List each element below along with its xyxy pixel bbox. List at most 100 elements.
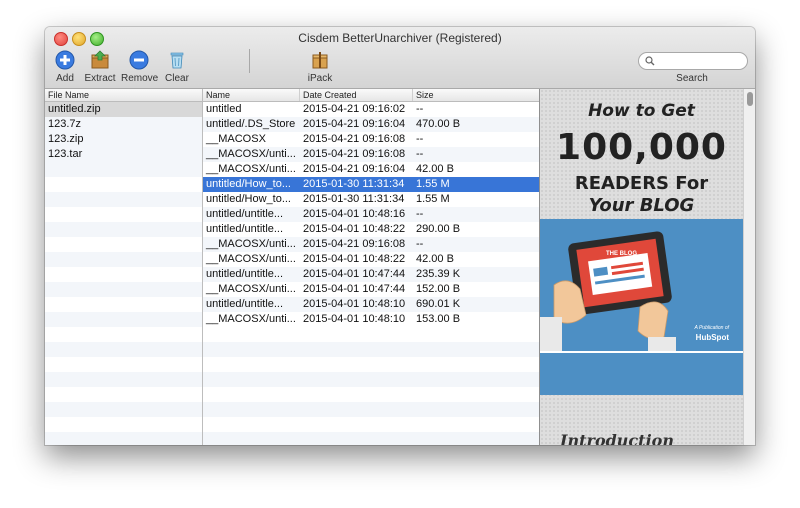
file-rows: untitled 2015-04-21 09:16:02 -- untitled/.D… [203,102,539,327]
tablet-text: THE BLOG [606,251,637,257]
extract-icon [89,49,111,71]
size-cell: 690.01 K [416,298,461,310]
trash-icon [166,49,188,71]
add-label: Add [56,73,74,84]
add-button[interactable]: Add [53,49,77,84]
file-name-cell: untitled/How_to... [206,193,291,205]
preview-intro-heading: Introduction [560,431,674,445]
extract-button[interactable]: Extract [83,49,117,84]
date-created-cell: 2015-04-01 10:48:16 [303,208,406,220]
file-row[interactable]: __MACOSX/unti... 2015-04-21 09:16:08 -- [203,237,539,252]
column-header-date-created[interactable]: Date Created [300,89,413,101]
date-created-cell: 2015-04-01 10:48:22 [303,253,406,265]
date-created-cell: 2015-04-21 09:16:04 [303,118,406,130]
size-cell: -- [416,103,424,115]
hubspot-logo: HubSpot [695,333,729,342]
archive-list-item[interactable]: 123.tar [45,147,202,162]
size-cell: 42.00 B [416,253,454,265]
file-name-cell: __MACOSX [206,133,266,145]
date-created-cell: 2015-04-01 10:48:10 [303,313,406,325]
clear-button[interactable]: Clear [163,49,191,84]
file-row[interactable]: untitled/untitle... 2015-04-01 10:48:22 29… [203,222,539,237]
size-cell: 470.00 B [416,118,461,130]
archive-list-item[interactable]: untitled.zip [45,102,202,117]
file-row[interactable]: untitled/untitle... 2015-04-01 10:48:10 69… [203,297,539,312]
file-row[interactable]: untitled/.DS_Store 2015-04-21 09:16:04 470… [203,117,539,132]
file-row[interactable]: __MACOSX/unti... 2015-04-21 09:16:04 42.00… [203,162,539,177]
file-name-cell: __MACOSX/unti... [206,283,296,295]
file-row[interactable]: untitled/untitle... 2015-04-01 10:47:44 23… [203,267,539,282]
size-cell: -- [416,133,424,145]
preview-illustration: THE BLOG A Publication of HubSpot [540,219,743,351]
package-icon [309,49,331,71]
archive-list[interactable]: File Name untitled.zip 123.7z 123.zip 123.t… [45,89,203,445]
size-cell: -- [416,238,424,250]
ipack-label: iPack [307,73,333,84]
file-name-cell: __MACOSX/unti... [206,163,296,175]
file-row[interactable]: __MACOSX/unti... 2015-04-01 10:48:22 42.00… [203,252,539,267]
archive-list-item[interactable]: 123.zip [45,132,202,147]
window-title: Cisdem BetterUnarchiver (Registered) [298,31,502,45]
file-row[interactable]: untitled 2015-04-21 09:16:02 -- [203,102,539,117]
file-row[interactable]: untitled/How_to... 2015-01-30 11:31:34 1.5… [203,192,539,207]
app-window: Cisdem BetterUnarchiver (Registered) Add [45,27,755,445]
size-cell: 290.00 B [416,223,461,235]
add-icon [54,49,76,71]
search-field[interactable] [638,52,748,70]
file-name-cell: untitled/untitle... [206,268,284,280]
size-cell: -- [416,148,424,160]
file-list[interactable]: Name Date Created Size untitled 2015-04-2… [203,89,540,445]
file-row[interactable]: untitled/untitle... 2015-04-01 10:48:16 -- [203,207,539,222]
scrollbar-thumb[interactable] [747,92,753,106]
file-name-cell: __MACOSX/unti... [206,238,296,250]
ipack-button[interactable]: iPack [307,49,333,84]
extract-label: Extract [84,73,116,84]
column-header-size[interactable]: Size [413,89,539,101]
file-preview: How to Get 100,000 READERS For Your BLOG… [540,89,743,445]
file-name-cell: untitled/untitle... [206,208,284,220]
tablet-illustration [540,231,676,351]
archive-file-name: 123.tar [48,148,83,160]
date-created-cell: 2015-04-01 10:48:10 [303,298,406,310]
search-input[interactable] [657,53,741,69]
file-row[interactable]: __MACOSX/unti... 2015-04-01 10:48:10 153.0… [203,312,539,327]
clear-label: Clear [165,73,189,84]
archive-list-item[interactable]: 123.7z [45,117,202,132]
column-header-file-name[interactable]: File Name [45,89,202,101]
remove-button[interactable]: Remove [121,49,158,84]
date-created-cell: 2015-04-21 09:16:02 [303,103,406,115]
preview-blue-band [540,353,743,395]
preview-line-2: 100,000 [556,127,727,168]
preview-line-4: Your BLOG [588,195,695,216]
date-created-cell: 2015-04-01 10:48:22 [303,223,406,235]
file-row[interactable]: __MACOSX/unti... 2015-04-21 09:16:08 -- [203,147,539,162]
remove-icon [128,49,150,71]
size-cell: 235.39 K [416,268,461,280]
file-name-cell: untitled/untitle... [206,223,284,235]
date-created-cell: 2015-04-01 10:47:44 [303,283,406,295]
file-name-cell: untitled/.DS_Store [206,118,296,130]
archive-list-header: File Name [45,89,202,102]
size-cell: 153.00 B [416,313,461,325]
file-name-cell: untitled [206,103,242,115]
file-row[interactable]: __MACOSX 2015-04-21 09:16:08 -- [203,132,539,147]
date-created-cell: 2015-01-30 11:31:34 [303,193,405,205]
file-name-cell: __MACOSX/unti... [206,313,296,325]
date-created-cell: 2015-01-30 11:31:34 [303,178,405,190]
search-icon [645,56,655,66]
file-name-cell: untitled/untitle... [206,298,284,310]
size-cell: 152.00 B [416,283,461,295]
file-name-cell: __MACOSX/unti... [206,253,296,265]
toolbar: Cisdem BetterUnarchiver (Registered) Add [45,27,755,89]
file-row[interactable]: __MACOSX/unti... 2015-04-01 10:47:44 152.0… [203,282,539,297]
column-header-name[interactable]: Name [203,89,300,101]
date-created-cell: 2015-04-21 09:16:08 [303,133,406,145]
size-cell: 1.55 M [416,193,450,205]
date-created-cell: 2015-04-21 09:16:08 [303,238,406,250]
archive-file-name: 123.zip [48,133,84,145]
search-label: Search [676,73,708,84]
size-cell: 1.55 M [416,178,450,190]
preview-scrollbar[interactable] [743,89,755,445]
file-name-cell: __MACOSX/unti... [206,148,296,160]
file-row[interactable]: untitled/How_to... 2015-01-30 11:31:34 1.5… [203,177,539,192]
